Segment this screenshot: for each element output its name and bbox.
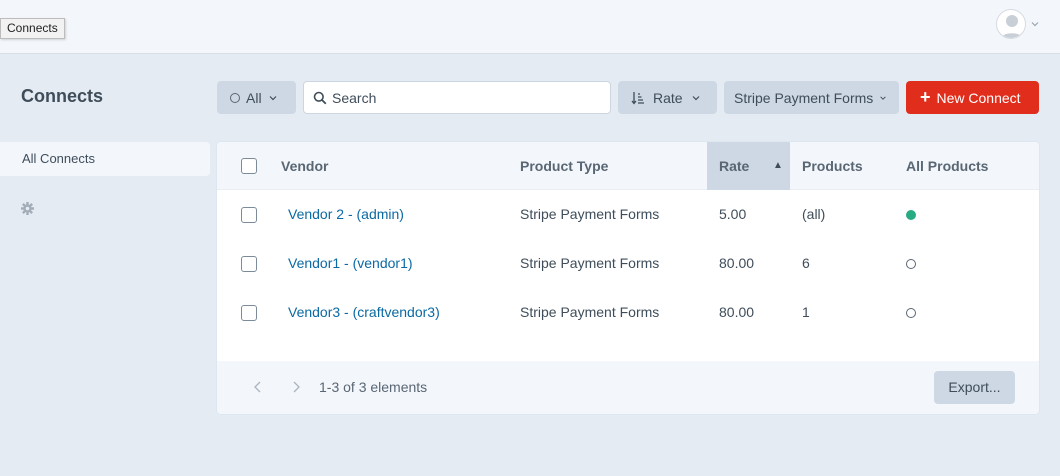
chevron-down-icon <box>880 95 887 100</box>
sort-label: Rate <box>653 89 683 106</box>
column-header-product-type[interactable]: Product Type <box>520 142 608 190</box>
top-bar: Connects <box>0 0 1060 54</box>
vendor-link[interactable]: Vendor1 - (vendor1) <box>288 239 413 288</box>
search-icon <box>313 91 327 104</box>
page-title: Connects <box>21 86 104 106</box>
select-all-checkbox[interactable] <box>241 158 257 174</box>
row-checkbox[interactable] <box>241 207 257 223</box>
sort-asc-arrow-icon: ▲ <box>773 160 783 171</box>
column-header-all-products[interactable]: All Products <box>906 142 988 190</box>
all-products-disabled-icon <box>906 259 916 269</box>
new-connect-button[interactable]: + New Connect <box>906 81 1039 114</box>
site-menu-label: Stripe Payment Forms <box>734 89 874 106</box>
table-row: Vendor1 - (vendor1) Stripe Payment Forms… <box>217 239 1039 288</box>
user-avatar-icon <box>996 9 1026 39</box>
rate-cell: 80.00 <box>719 304 755 320</box>
chevron-down-icon <box>692 95 700 100</box>
new-connect-label: New Connect <box>936 89 1021 106</box>
plus-icon: + <box>920 86 931 107</box>
connects-table: Vendor Product Type Rate ▲ Products All … <box>217 142 1039 414</box>
pagination-count: 1-3 of 3 elements <box>319 379 428 395</box>
site-menu-button[interactable]: Stripe Payment Forms <box>724 81 899 114</box>
search-field[interactable] <box>303 81 611 114</box>
all-products-disabled-icon <box>906 308 916 318</box>
vendor-link[interactable]: Vendor 2 - (admin) <box>288 190 404 239</box>
export-button[interactable]: Export... <box>934 371 1015 404</box>
vendor-link[interactable]: Vendor3 - (craftvendor3) <box>288 288 440 337</box>
sort-button[interactable]: Rate <box>618 81 717 114</box>
column-header-products[interactable]: Products <box>802 142 863 190</box>
status-filter-button[interactable]: All <box>217 81 296 114</box>
status-filter-label: All <box>246 89 262 106</box>
account-menu[interactable] <box>996 9 1040 39</box>
products-cell: (all) <box>802 206 826 222</box>
status-circle-icon <box>230 92 240 103</box>
product-type-cell: Stripe Payment Forms <box>520 255 660 271</box>
rate-cell: 80.00 <box>719 255 755 271</box>
table-header: Vendor Product Type Rate ▲ Products All … <box>217 142 1039 190</box>
sidebar-item-all-connects[interactable]: All Connects <box>0 142 210 176</box>
products-cell: 6 <box>802 255 810 271</box>
row-checkbox[interactable] <box>241 256 257 272</box>
column-header-rate[interactable]: Rate <box>719 142 749 190</box>
table-footer: 1-3 of 3 elements Export... <box>217 361 1039 414</box>
chevron-down-icon <box>1031 22 1039 27</box>
rate-cell: 5.00 <box>719 206 747 222</box>
product-type-cell: Stripe Payment Forms <box>520 304 660 320</box>
all-products-enabled-icon <box>906 210 916 220</box>
product-type-cell: Stripe Payment Forms <box>520 206 660 222</box>
row-checkbox[interactable] <box>241 305 257 321</box>
sidebar-item-label: All Connects <box>22 151 95 166</box>
chevron-left-icon[interactable] <box>252 380 264 394</box>
search-input[interactable] <box>332 89 602 106</box>
gear-icon[interactable] <box>21 202 34 215</box>
tooltip: Connects <box>0 18 65 39</box>
chevron-right-icon[interactable] <box>290 380 302 394</box>
column-header-vendor[interactable]: Vendor <box>281 142 328 190</box>
sort-ascending-icon <box>631 91 644 105</box>
table-row: Vendor3 - (craftvendor3) Stripe Payment … <box>217 288 1039 337</box>
products-cell: 1 <box>802 304 810 320</box>
chevron-down-icon <box>269 95 276 100</box>
table-row: Vendor 2 - (admin) Stripe Payment Forms … <box>217 190 1039 239</box>
